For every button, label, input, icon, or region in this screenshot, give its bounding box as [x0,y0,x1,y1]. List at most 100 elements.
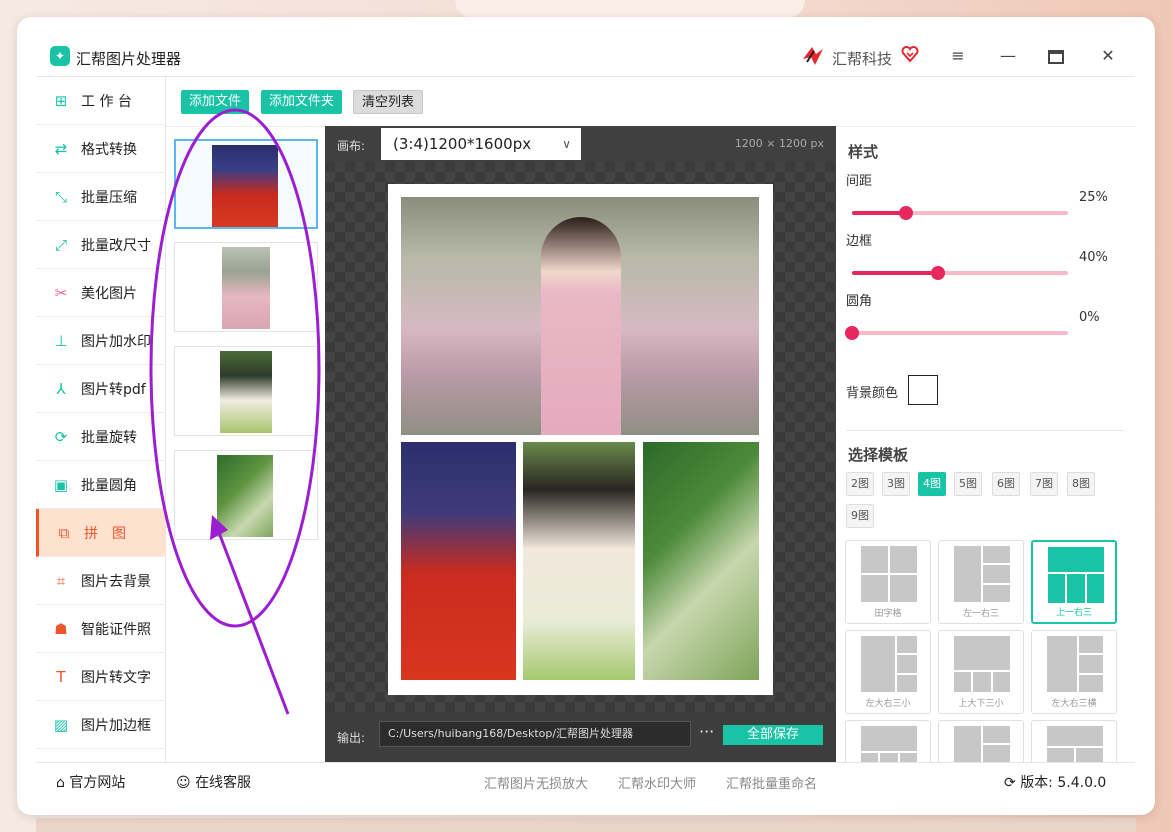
template-count-2[interactable]: 2图 [846,472,874,496]
heart-icon[interactable] [901,45,919,63]
file-thumbnail[interactable] [174,242,318,332]
sidebar-item-label: 拼 图 [84,526,126,542]
radius-slider[interactable] [845,326,1068,340]
template-left1-right3[interactable]: 左一右三 [938,540,1024,624]
menu-icon[interactable]: ≡ [948,47,968,67]
footer-link-upscale[interactable]: 汇帮图片无损放大 [484,773,588,792]
spacing-slider-handle[interactable] [899,206,913,220]
spacing-slider[interactable] [852,206,1068,220]
compress-icon: ⤡ [54,188,67,206]
template-preview-icon [1048,547,1104,603]
template-bigleft-3horizontal[interactable]: 左大右三横 [1031,630,1117,714]
add-folder-button[interactable]: 添加文件夹 [261,90,343,114]
sidebar-item-label: 智能证件照 [81,622,151,638]
radius-slider-handle[interactable] [845,326,859,340]
refresh-icon[interactable]: ⟳ [1004,775,1016,791]
sidebar-item-add-frame[interactable]: ▨ 图片加边框 [36,701,166,749]
save-all-button[interactable]: 全部保存 [723,725,823,745]
website-label: 官方网站 [69,775,126,791]
template-option[interactable] [845,720,931,762]
template-count-4[interactable]: 4图 [918,472,946,496]
settings-panel: 样式 间距 25% 边框 40% 圆角 0% 背景颜色 选择模板 2图 3图 4… [836,126,1136,762]
template-grid-2x2[interactable]: 田字格 [845,540,931,624]
file-thumbnail[interactable] [174,139,318,229]
output-path-field[interactable]: C:/Users/huibang168/Desktop/汇帮图片处理器 [379,721,691,747]
canvas-bar: 画布: (3:4)1200*1600px ∨ 1200 × 1200 px [325,126,836,162]
template-count-6[interactable]: 6图 [992,472,1020,496]
thumbnail-image [222,247,270,329]
sidebar-item-to-pdf[interactable]: ⅄ 图片转pdf [36,365,166,413]
footer-link-rename[interactable]: 汇帮批量重命名 [726,773,817,792]
support-icon: ☺ [176,775,191,791]
collage-icon: ⧉ [58,524,70,542]
template-count-3[interactable]: 3图 [882,472,910,496]
radius-value: 0% [1079,310,1100,325]
id-photo-icon: ☗ [54,620,68,638]
title-divider [36,76,1135,77]
sidebar-item-workbench[interactable]: ⊞ 工 作 台 [36,77,166,125]
close-icon[interactable]: ✕ [1098,47,1118,67]
app-window: ✦ 汇帮图片处理器 汇帮科技 ≡ — ✕ ⊞ 工 作 台 ⇄ 格式转换 ⤡ 批量压缩 … [17,17,1155,815]
file-list [166,126,326,762]
sidebar-item-label: 美化图片 [81,286,137,302]
template-count-7[interactable]: 7图 [1030,472,1058,496]
template-option[interactable] [938,720,1024,762]
border-slider-handle[interactable] [931,266,946,280]
footer-link-watermark[interactable]: 汇帮水印大师 [618,773,696,792]
template-count-5[interactable]: 5图 [954,472,982,496]
support-link[interactable]: ☺ 在线客服 [176,772,251,792]
sidebar-item-label: 工 作 台 [81,94,132,110]
template-bigleft-3small[interactable]: 左大右三小 [845,630,931,714]
add-file-button[interactable]: 添加文件 [181,90,250,114]
sidebar-item-watermark[interactable]: ⊥ 图片加水印 [36,317,166,365]
photo-subject [541,217,621,435]
maximize-icon[interactable] [1048,50,1064,64]
sidebar-item-to-text[interactable]: T 图片转文字 [36,653,166,701]
sidebar-item-remove-bg[interactable]: ⌗ 图片去背景 [36,557,166,605]
version-number: 5.4.0.0 [1057,775,1107,791]
collage-photo-top[interactable] [401,197,759,435]
sidebar-item-id-photo[interactable]: ☗ 智能证件照 [36,605,166,653]
app-logo-icon: ✦ [50,46,70,66]
beautify-icon: ✂ [54,284,68,302]
file-thumbnail[interactable] [174,346,318,436]
template-preview-icon [861,636,917,692]
template-preview-icon [954,546,1010,602]
template-preview-icon [954,726,1010,762]
thumbnail-image [217,455,273,537]
browse-more-button[interactable]: ··· [699,722,714,741]
resize-icon: ⤢ [54,236,67,254]
canvas-size-select[interactable]: (3:4)1200*1600px ∨ [381,128,581,160]
sidebar-item-collage[interactable]: ⧉ 拼 图 [36,509,166,557]
template-preview-icon [861,726,917,762]
template-bigtop-3small[interactable]: 上大下三小 [938,630,1024,714]
clear-list-button[interactable]: 清空列表 [353,90,424,114]
sidebar-item-beautify[interactable]: ✂ 美化图片 [36,269,166,317]
template-count-8[interactable]: 8图 [1067,472,1095,496]
app-title: 汇帮图片处理器 [76,50,182,68]
template-option[interactable] [1031,720,1117,762]
template-count-9[interactable]: 9图 [846,504,874,528]
website-link[interactable]: ⌂ 官方网站 [56,772,125,792]
template-caption: 田字格 [874,609,902,619]
template-top1-bottom3[interactable]: 上一右三 [1031,540,1117,624]
home-icon: ⌂ [56,775,65,791]
sidebar-item-compress[interactable]: ⤡ 批量压缩 [36,173,166,221]
version-info: ⟳ 版本: 5.4.0.0 [1004,772,1106,792]
bg-color-swatch[interactable] [908,375,938,405]
minimize-icon[interactable]: — [998,47,1018,67]
sidebar-item-format-convert[interactable]: ⇄ 格式转换 [36,125,166,173]
border-slider[interactable] [852,266,1068,280]
collage-photo-right[interactable] [643,442,759,680]
rounded-corner-icon: ▣ [53,476,69,494]
file-thumbnail[interactable] [174,450,318,540]
sidebar-item-rotate[interactable]: ⟳ 批量旋转 [36,413,166,461]
bg-color-label: 背景颜色 [846,386,899,401]
spacing-label: 间距 [846,174,873,189]
sidebar-item-resize[interactable]: ⤢ 批量改尺寸 [36,221,166,269]
text-icon: T [56,668,66,686]
collage-photo-middle[interactable] [523,442,635,680]
collage-photo-left[interactable] [401,442,516,680]
sidebar-item-label: 图片加水印 [81,334,151,350]
sidebar-item-rounded[interactable]: ▣ 批量圆角 [36,461,166,509]
